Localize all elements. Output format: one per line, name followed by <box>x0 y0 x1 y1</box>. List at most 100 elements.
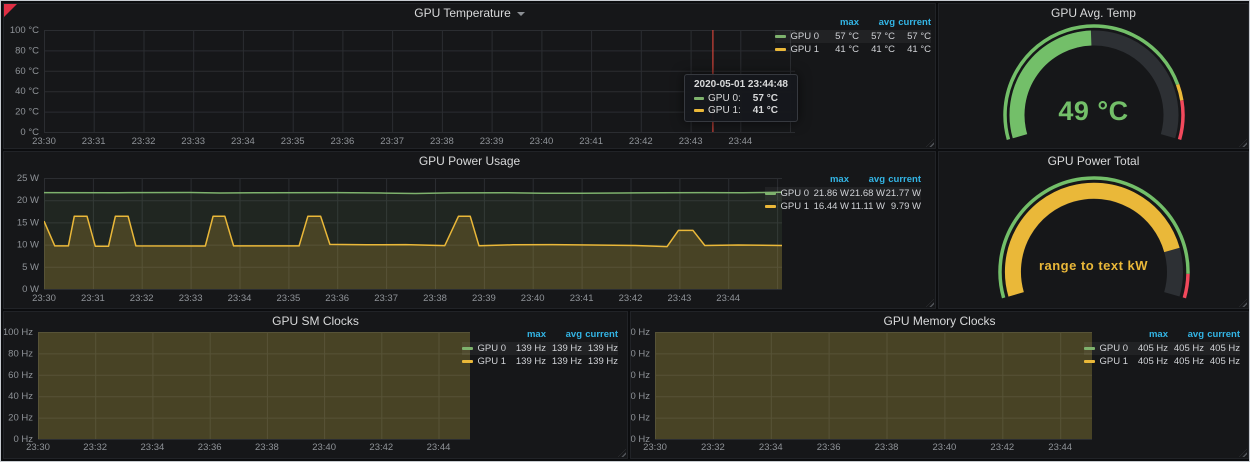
y-tick-label: 100 °C <box>10 25 39 36</box>
x-tick-label: 23:38 <box>875 442 899 453</box>
legend-stat-avg: 11.11 W <box>849 200 885 214</box>
legend-header-avg[interactable]: avg <box>849 173 885 187</box>
legend-series-label: GPU 0 <box>790 30 819 44</box>
panel-error-corner-icon[interactable] <box>4 4 17 17</box>
legend-series-label: GPU 1 <box>1099 355 1128 369</box>
series-color-swatch <box>765 205 776 208</box>
x-tick-label: 23:34 <box>759 442 783 453</box>
legend-stat-avg: 21.68 W <box>849 187 885 201</box>
tooltip-series-label: GPU 0: <box>708 93 741 104</box>
y-tick-label: 80 Hz <box>631 348 650 359</box>
x-tick-label: 23:44 <box>1048 442 1072 453</box>
legend-stat-max: 139 Hz <box>510 342 546 356</box>
legend-stat-max: 41 °C <box>823 43 859 57</box>
legend-header-avg[interactable]: avg <box>546 328 582 342</box>
x-tick-label: 23:35 <box>281 136 305 147</box>
y-tick-label: 20 W <box>17 195 39 206</box>
legend-stat-avg: 405 Hz <box>1168 342 1204 356</box>
y-tick-label: 40 Hz <box>631 391 650 402</box>
tooltip-timestamp: 2020-05-01 23:44:48 <box>694 79 788 90</box>
panel-gpu-power-usage: GPU Power Usage 0 W5 W10 W15 W20 W25 W23… <box>3 151 936 309</box>
legend-series-gpu-0[interactable]: GPU 0 <box>775 30 823 44</box>
legend-header-max[interactable]: max <box>813 173 849 187</box>
x-tick-label: 23:44 <box>728 136 752 147</box>
panel-header-gpu-sm-clocks[interactable]: GPU SM Clocks <box>4 312 627 330</box>
panel-header-gpu-power-total[interactable]: GPU Power Total <box>939 152 1248 170</box>
gpu-sm-clocks-legend: maxavgcurrentGPU 0139 Hz139 Hz139 HzGPU … <box>462 328 618 369</box>
legend-header-current[interactable]: current <box>1204 328 1240 342</box>
x-tick-label: 23:34 <box>231 136 255 147</box>
legend-series-gpu-1[interactable]: GPU 1 <box>765 200 813 214</box>
legend-series-gpu-1[interactable]: GPU 1 <box>775 43 823 57</box>
legend-stat-current: 57 °C <box>895 30 931 44</box>
panel-gpu-memory-clocks: GPU Memory Clocks 0 Hz20 Hz40 Hz60 Hz80 … <box>630 311 1249 459</box>
x-tick-label: 23:31 <box>82 136 106 147</box>
legend-series-gpu-0[interactable]: GPU 0 <box>765 187 813 201</box>
x-tick-label: 23:43 <box>679 136 703 147</box>
x-tick-label: 23:36 <box>817 442 841 453</box>
x-tick-label: 23:41 <box>570 293 594 304</box>
legend-series-gpu-1[interactable]: GPU 1 <box>1084 355 1132 369</box>
legend-stat-avg: 57 °C <box>859 30 895 44</box>
legend-header-current[interactable]: current <box>582 328 618 342</box>
x-tick-label: 23:32 <box>132 136 156 147</box>
series-color-swatch <box>694 97 704 100</box>
x-tick-label: 23:38 <box>423 293 447 304</box>
x-tick-label: 23:41 <box>579 136 603 147</box>
gauge-value: range to text kW <box>939 258 1248 273</box>
chevron-down-icon[interactable] <box>517 12 525 16</box>
x-tick-label: 23:31 <box>81 293 105 304</box>
x-tick-label: 23:30 <box>32 136 56 147</box>
series-color-swatch <box>1084 360 1095 363</box>
tooltip-series-row: GPU 0: 57 °C <box>694 93 788 104</box>
panel-header-gpu-temperature[interactable]: GPU Temperature <box>4 4 935 22</box>
y-tick-label: 5 W <box>22 262 39 273</box>
legend-stat-current: 405 Hz <box>1204 355 1240 369</box>
legend-series-gpu-0[interactable]: GPU 0 <box>462 342 510 356</box>
legend-stat-current: 21.77 W <box>885 187 921 201</box>
panel-header-gpu-memory-clocks[interactable]: GPU Memory Clocks <box>631 312 1248 330</box>
legend-stat-current: 139 Hz <box>582 355 618 369</box>
x-tick-label: 23:42 <box>629 136 653 147</box>
gauge-value: 49 °C <box>939 96 1248 127</box>
legend-stat-max: 16.44 W <box>813 200 849 214</box>
panel-header-gpu-avg-temp[interactable]: GPU Avg. Temp <box>939 4 1248 22</box>
x-tick-label: 23:34 <box>141 442 165 453</box>
legend-header-avg[interactable]: avg <box>1168 328 1204 342</box>
series-color-swatch <box>1084 347 1095 350</box>
grid-lines <box>44 30 795 133</box>
panel-header-gpu-power-usage[interactable]: GPU Power Usage <box>4 152 935 170</box>
series-color-swatch <box>462 360 473 363</box>
series-fill-gpu-1 <box>655 312 1092 439</box>
x-tick-label: 23:36 <box>325 293 349 304</box>
legend-series-label: GPU 0 <box>1099 342 1128 356</box>
panel-gpu-avg-temp: GPU Avg. Temp 49 °C <box>938 3 1249 149</box>
y-tick-label: 60 Hz <box>631 370 650 381</box>
legend-series-gpu-1[interactable]: GPU 1 <box>462 355 510 369</box>
legend-series-label: GPU 0 <box>780 187 809 201</box>
legend-header-max[interactable]: max <box>510 328 546 342</box>
x-tick-label: 23:39 <box>480 136 504 147</box>
series-line-gpu-0 <box>44 192 782 193</box>
legend-header-current[interactable]: current <box>885 173 921 187</box>
x-tick-label: 23:38 <box>255 442 279 453</box>
tooltip-series-value: 41 °C <box>753 105 778 116</box>
series-color-swatch <box>694 109 704 112</box>
legend-header-max[interactable]: max <box>1132 328 1168 342</box>
tooltip-series-row: GPU 1:41 °C <box>694 105 788 116</box>
y-tick-label: 20 Hz <box>631 413 650 424</box>
x-tick-label: 23:40 <box>933 442 957 453</box>
series-color-swatch <box>462 347 473 350</box>
x-tick-label: 23:44 <box>716 293 740 304</box>
legend-stat-current: 9.79 W <box>885 200 921 214</box>
y-tick-label: 60 Hz <box>8 370 33 381</box>
panel-gpu-sm-clocks: GPU SM Clocks 0 Hz20 Hz40 Hz60 Hz80 Hz10… <box>3 311 628 459</box>
x-tick-label: 23:42 <box>619 293 643 304</box>
y-tick-label: 20 °C <box>15 107 39 118</box>
tooltip-series-value: 57 °C <box>753 93 778 104</box>
legend-series-gpu-0[interactable]: GPU 0 <box>1084 342 1132 356</box>
legend-stat-max: 405 Hz <box>1132 342 1168 356</box>
x-tick-label: 23:32 <box>83 442 107 453</box>
legend-series-label: GPU 1 <box>477 355 506 369</box>
gauge-fill-arc <box>1013 191 1172 295</box>
